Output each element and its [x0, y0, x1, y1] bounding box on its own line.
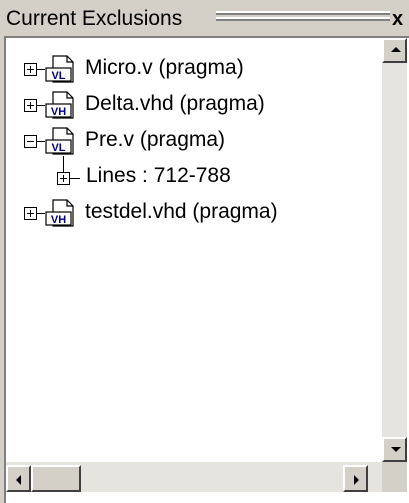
arrow-up-icon: [391, 47, 401, 52]
title-bar-grip[interactable]: [216, 11, 390, 25]
exclusions-tree[interactable]: VL Micro.v (pragma) VH Delta.vhd (pragma…: [6, 38, 382, 462]
verilog-file-icon: VL: [45, 127, 74, 155]
arrow-right-icon: [354, 475, 359, 485]
arrow-down-icon: [391, 447, 401, 452]
close-button[interactable]: x: [392, 8, 409, 30]
vertical-scrollbar[interactable]: [382, 38, 407, 462]
tree-item-testdel-vhd[interactable]: VH testdel.vhd (pragma): [6, 196, 382, 230]
arrow-left-icon: [16, 475, 21, 485]
verilog-file-icon: VL: [45, 55, 74, 83]
scroll-up-button[interactable]: [382, 38, 407, 63]
panel-title-bar[interactable]: Current Exclusions x: [0, 0, 409, 36]
panel-title: Current Exclusions: [6, 7, 183, 30]
vhdl-file-icon: VH: [45, 91, 74, 119]
svg-text:VH: VH: [51, 106, 66, 118]
expand-icon[interactable]: [57, 172, 70, 185]
tree-item-label: testdel.vhd (pragma): [85, 200, 278, 223]
tree-item-lines[interactable]: Lines : 712-788: [6, 160, 382, 194]
svg-text:VH: VH: [51, 214, 66, 226]
expand-icon[interactable]: [24, 63, 37, 76]
vhdl-file-icon: VH: [45, 199, 74, 227]
collapse-icon[interactable]: [24, 135, 37, 148]
scrollbar-corner: [382, 462, 407, 492]
exclusions-tree-panel: VL Micro.v (pragma) VH Delta.vhd (pragma…: [4, 36, 409, 503]
expand-icon[interactable]: [24, 99, 37, 112]
horizontal-scroll-thumb[interactable]: [31, 465, 81, 492]
svg-text:VL: VL: [51, 70, 65, 82]
tree-item-label: Delta.vhd (pragma): [85, 92, 265, 115]
expand-icon[interactable]: [24, 207, 37, 220]
tree-item-pre-v[interactable]: VL Pre.v (pragma): [6, 124, 382, 158]
svg-text:VL: VL: [51, 142, 65, 154]
tree-item-micro-v[interactable]: VL Micro.v (pragma): [6, 52, 382, 86]
scroll-down-button[interactable]: [382, 437, 407, 462]
scroll-left-button[interactable]: [6, 465, 31, 492]
tree-item-label: Micro.v (pragma): [85, 56, 244, 79]
tree-item-label: Pre.v (pragma): [85, 128, 226, 151]
horizontal-scrollbar[interactable]: [6, 462, 382, 492]
tree-item-delta-vhd[interactable]: VH Delta.vhd (pragma): [6, 88, 382, 122]
tree-item-label: Lines : 712-788: [86, 164, 231, 187]
scroll-right-button[interactable]: [343, 465, 368, 492]
